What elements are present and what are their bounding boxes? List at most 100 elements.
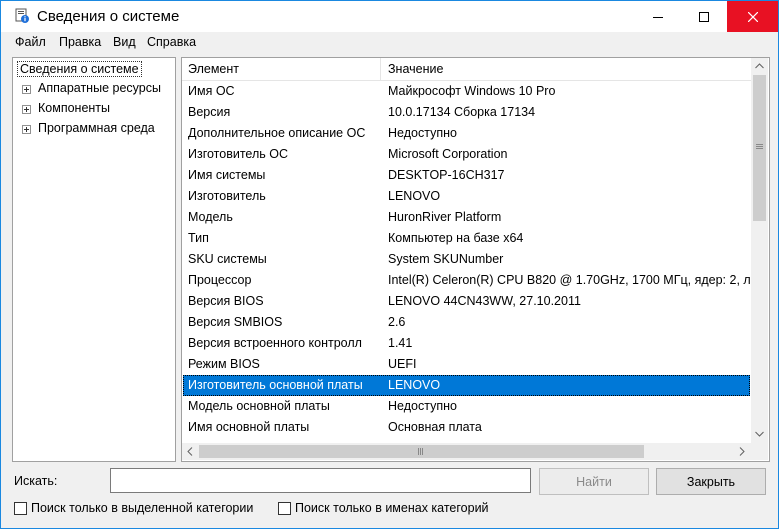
close-button[interactable]: Закрыть xyxy=(656,468,766,495)
row-item-value: LENOVO xyxy=(388,378,441,392)
menu-view[interactable]: Вид xyxy=(113,35,136,49)
close-icon xyxy=(747,11,758,22)
table-row[interactable]: Имя системы DESKTOP-16CH317 xyxy=(183,165,750,186)
tree-item-hardware-resources[interactable]: Аппаратные ресурсы xyxy=(38,81,161,95)
search-category-names-option[interactable]: Поиск только в именах категорий xyxy=(278,501,489,515)
scroll-down-icon[interactable] xyxy=(755,431,764,437)
menu-bar: Файл Правка Вид Справка xyxy=(1,32,778,52)
row-item-name: Дополнительное описание ОС xyxy=(188,126,366,140)
column-divider[interactable] xyxy=(380,58,381,80)
checkbox-category-names-only[interactable] xyxy=(278,501,291,515)
vertical-scroll-thumb[interactable] xyxy=(753,75,766,221)
row-item-value: Intel(R) Celeron(R) CPU B820 @ 1.70GHz, … xyxy=(388,273,751,287)
table-row[interactable]: Версия встроенного контролл 1.41 xyxy=(183,333,750,354)
category-tree[interactable]: Сведения о системе Аппаратные ресурсы Ко… xyxy=(12,57,176,462)
row-item-name: Имя системы xyxy=(188,168,266,182)
row-item-value: UEFI xyxy=(388,357,417,371)
table-row[interactable]: Имя основной платы Основная плата xyxy=(183,417,750,438)
find-button[interactable]: Найти xyxy=(539,468,649,495)
row-item-value: 2.6 xyxy=(388,315,406,329)
list-header: Элемент Значение xyxy=(182,58,751,81)
horizontal-scroll-thumb[interactable] xyxy=(199,445,644,458)
table-row[interactable]: Версия SMBIOS 2.6 xyxy=(183,312,750,333)
checkbox-label: Поиск только в именах категорий xyxy=(295,501,489,515)
vertical-scrollbar[interactable] xyxy=(751,58,768,443)
column-header-item[interactable]: Элемент xyxy=(188,62,239,76)
row-item-name: Модель xyxy=(188,210,233,224)
row-item-name: SKU системы xyxy=(188,252,267,266)
row-item-name: Изготовитель ОС xyxy=(188,147,288,161)
row-item-value: Компьютер на базе x64 xyxy=(388,231,524,245)
scroll-up-icon[interactable] xyxy=(755,63,764,69)
row-item-value: Недоступно xyxy=(388,399,457,413)
table-row[interactable]: Процессор Intel(R) Celeron(R) CPU B820 @ … xyxy=(183,270,751,291)
row-item-value: Майкрософт Windows 10 Pro xyxy=(388,84,556,98)
row-item-name: Версия SMBIOS xyxy=(188,315,283,329)
menu-edit[interactable]: Правка xyxy=(59,35,101,49)
scroll-right-icon[interactable] xyxy=(739,447,745,456)
maximize-button[interactable] xyxy=(681,1,727,32)
window-title: Сведения о системе xyxy=(37,8,180,25)
menu-help[interactable]: Справка xyxy=(147,35,196,49)
table-row[interactable]: Имя ОС Майкрософт Windows 10 Pro xyxy=(183,81,750,102)
menu-file[interactable]: Файл xyxy=(15,35,46,49)
restore-icon xyxy=(699,11,709,22)
scrollbar-corner xyxy=(751,443,768,460)
search-selected-category-option[interactable]: Поиск только в выделенной категории xyxy=(14,501,253,515)
system-information-window: Сведения о системе Файл Правка Вид Справ… xyxy=(0,0,779,529)
row-item-name: Имя основной платы xyxy=(188,420,310,434)
row-item-name: Имя ОС xyxy=(188,84,235,98)
minimize-icon xyxy=(653,16,663,18)
grip-icon xyxy=(418,448,423,455)
horizontal-scrollbar[interactable] xyxy=(182,443,751,460)
row-item-name: Процессор xyxy=(188,273,252,287)
close-window-button[interactable] xyxy=(727,1,778,32)
row-item-value: LENOVO 44CN43WW, 27.10.2011 xyxy=(388,294,581,308)
row-item-value: System SKUNumber xyxy=(388,252,504,266)
table-row[interactable]: Дополнительное описание ОС Недоступно xyxy=(183,123,750,144)
row-item-value: HuronRiver Platform xyxy=(388,210,502,224)
search-input[interactable] xyxy=(110,468,531,493)
tree-item-software-environment[interactable]: Программная среда xyxy=(38,121,155,135)
checkbox-selected-category-only[interactable] xyxy=(14,501,27,515)
table-row[interactable]: Режим BIOS UEFI xyxy=(183,354,750,375)
row-item-value: 1.41 xyxy=(388,336,413,350)
row-item-name: Версия встроенного контролл xyxy=(188,336,362,350)
row-item-name: Версия xyxy=(188,105,231,119)
table-row[interactable]: Версия 10.0.17134 Сборка 17134 xyxy=(183,102,750,123)
column-header-value[interactable]: Значение xyxy=(388,62,443,76)
row-item-name: Версия BIOS xyxy=(188,294,264,308)
scroll-left-icon[interactable] xyxy=(187,447,193,456)
grip-icon xyxy=(756,144,763,149)
row-item-name: Изготовитель xyxy=(188,189,266,203)
row-item-value: LENOVO xyxy=(388,189,441,203)
table-row[interactable]: Версия BIOS LENOVO 44CN43WW, 27.10.2011 xyxy=(183,291,750,312)
tree-item-system-summary[interactable]: Сведения о системе xyxy=(17,61,142,77)
table-row[interactable]: Изготовитель LENOVO xyxy=(183,186,750,207)
expand-plus-icon[interactable] xyxy=(22,105,31,114)
system-information-icon xyxy=(15,8,29,23)
row-item-value: DESKTOP-16CH317 xyxy=(388,168,505,182)
table-row[interactable]: Изготовитель основной платы LENOVO xyxy=(183,375,750,396)
expand-plus-icon[interactable] xyxy=(22,125,31,134)
tree-item-components[interactable]: Компоненты xyxy=(38,101,110,115)
details-list[interactable]: Элемент Значение Имя ОС Майкрософт Window… xyxy=(181,57,770,462)
table-row[interactable]: Тип Компьютер на базе x64 xyxy=(183,228,750,249)
row-item-name: Режим BIOS xyxy=(188,357,260,371)
list-rows: Имя ОС Майкрософт Windows 10 Pro Версия 10.… xyxy=(182,81,751,443)
checkbox-label: Поиск только в выделенной категории xyxy=(31,501,254,515)
table-row[interactable]: Изготовитель ОС Microsoft Corporation xyxy=(183,144,750,165)
row-item-value: Microsoft Corporation xyxy=(388,147,508,161)
title-bar[interactable]: Сведения о системе xyxy=(1,1,778,32)
expand-plus-icon[interactable] xyxy=(22,85,31,94)
row-item-name: Тип xyxy=(188,231,209,245)
table-row[interactable]: Модель основной платы Недоступно xyxy=(183,396,750,417)
minimize-button[interactable] xyxy=(635,1,681,32)
row-item-value: Недоступно xyxy=(388,126,457,140)
table-row[interactable]: SKU системы System SKUNumber xyxy=(183,249,750,270)
row-item-value: Основная плата xyxy=(388,420,482,434)
row-item-name: Модель основной платы xyxy=(188,399,330,413)
row-item-value: 10.0.17134 Сборка 17134 xyxy=(388,105,536,119)
row-item-name: Изготовитель основной платы xyxy=(188,378,363,392)
table-row[interactable]: Модель HuronRiver Platform xyxy=(183,207,750,228)
